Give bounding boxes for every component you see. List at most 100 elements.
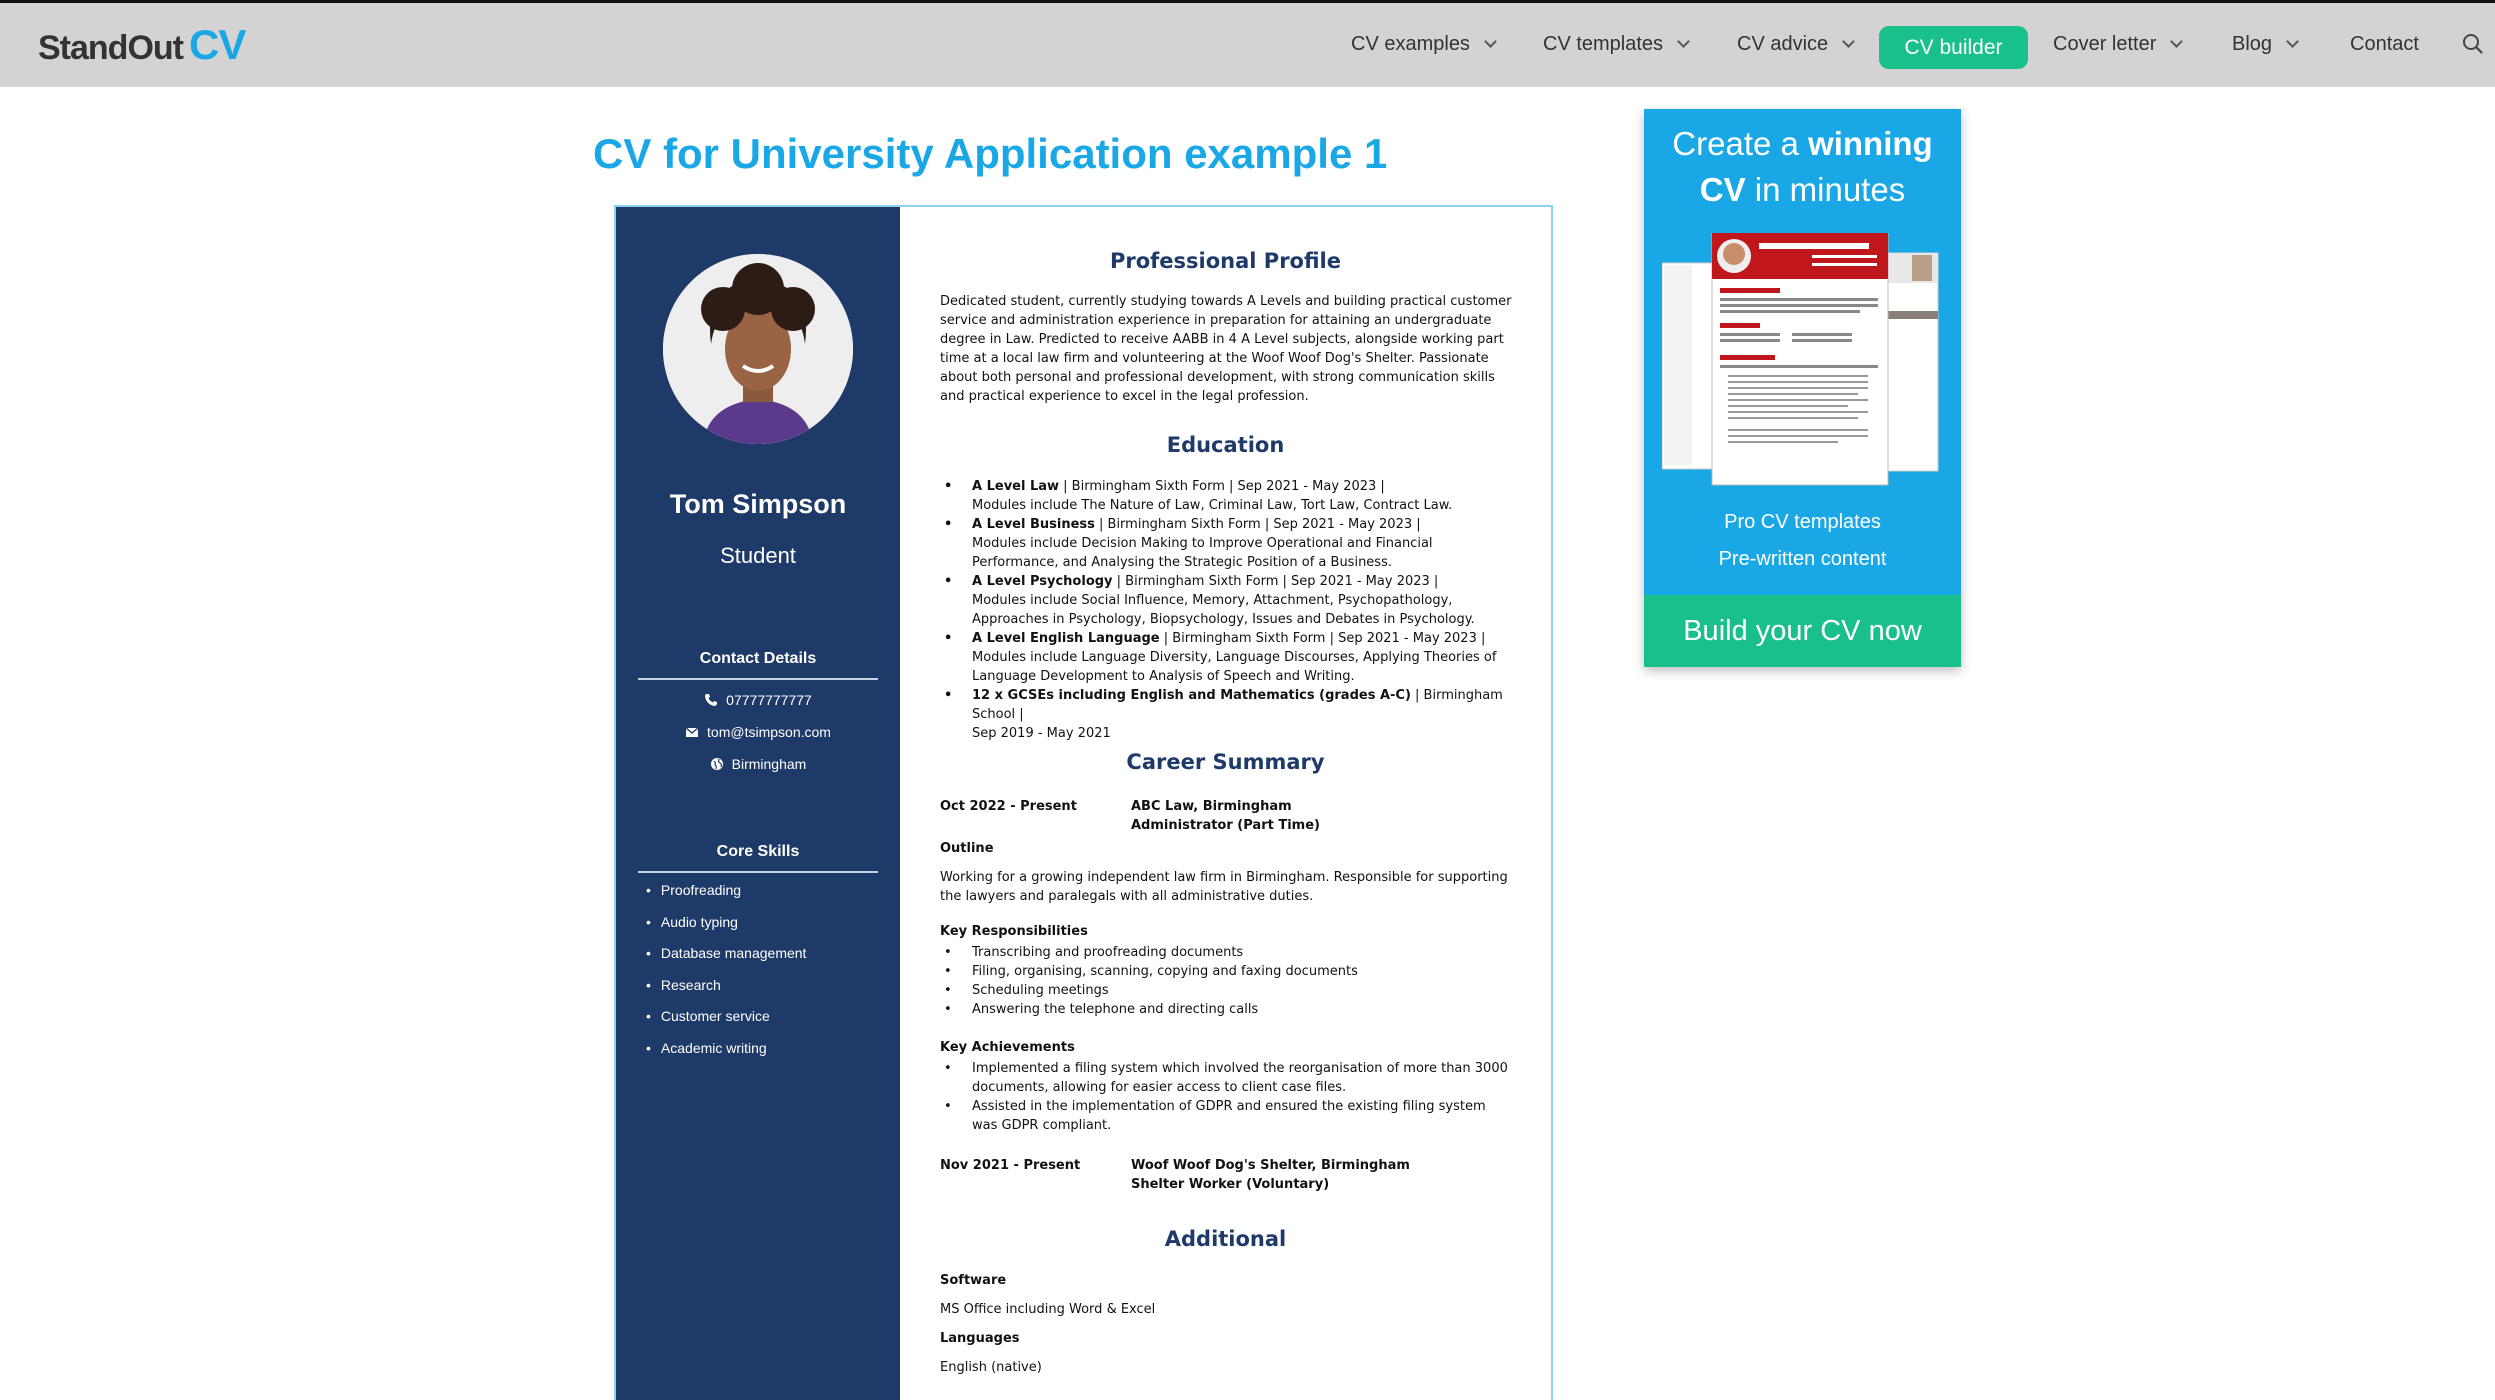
location-text: Birmingham <box>731 756 807 772</box>
cv-role: Student <box>720 543 796 568</box>
cv-templates-preview-image <box>1662 233 1939 486</box>
list-item: Transcribing and proofreading documents <box>940 943 1512 962</box>
languages-label: Languages <box>940 1331 1020 1346</box>
education-list: A Level Law | Birmingham Sixth Form | Se… <box>940 477 1512 743</box>
nav-cv-examples[interactable]: CV examples <box>1351 33 1497 56</box>
list-item: Scheduling meetings <box>940 981 1512 1000</box>
list-item: Assisted in the implementation of GDPR a… <box>940 1097 1512 1135</box>
nav-label: Cover letter <box>2053 33 2157 55</box>
chevron-down-icon <box>1842 35 1856 48</box>
software-label: Software <box>940 1273 1007 1288</box>
list-item: Audio typing <box>646 914 806 946</box>
chevron-down-icon <box>1677 35 1690 48</box>
chevron-down-icon <box>2286 35 2299 48</box>
cv-name: Tom Simpson <box>669 489 847 519</box>
nav-cv-builder-button[interactable]: CV builder <box>1879 26 2028 69</box>
list-item: Research <box>646 977 806 1009</box>
promo-feature: Pro CV templates <box>1724 511 1881 533</box>
education-title: A Level Business <box>972 517 1095 532</box>
promo-title-part: in minutes <box>1745 171 1906 208</box>
list-item: Customer service <box>646 1008 806 1040</box>
profile-heading: Professional Profile <box>1110 249 1341 273</box>
outline-text: Working for a growing independent law fi… <box>940 870 1508 904</box>
career-heading: Career Summary <box>1126 750 1325 774</box>
build-your-cv-button[interactable]: Build your CV now <box>1644 595 1961 667</box>
education-title: 12 x GCSEs including English and Mathema… <box>972 688 1411 703</box>
cv-example-image: Tom Simpson Student Contact Details 0777… <box>614 205 1553 1400</box>
education-item: A Level English Language | Birmingham Si… <box>940 629 1512 686</box>
achievements-label: Key Achievements <box>940 1040 1075 1055</box>
education-detail: Modules include Social Influence, Memory… <box>972 593 1475 627</box>
list-item: Answering the telephone and directing ca… <box>940 1000 1512 1019</box>
education-meta: | Birmingham Sixth Form | Sep 2021 - May… <box>1112 574 1439 589</box>
email-text: tom@tsimpson.com <box>707 724 831 740</box>
outline-label: Outline <box>940 841 994 856</box>
additional-heading: Additional <box>1164 1227 1287 1251</box>
search-icon[interactable] <box>2462 33 2484 55</box>
contact-heading: Contact Details <box>638 650 878 680</box>
envelope-icon <box>685 727 699 737</box>
nav-label: Contact <box>2350 33 2419 55</box>
cv-main-content: Professional Profile Dedicated student, … <box>900 207 1551 1400</box>
phone-icon <box>705 694 718 706</box>
nav-contact[interactable]: Contact <box>2350 33 2419 56</box>
job-dates: Nov 2021 - Present <box>940 1158 1081 1173</box>
promo-title: Create a winning CV in minutes <box>1644 121 1961 213</box>
profile-text: Dedicated student, currently studying to… <box>940 294 1512 404</box>
job-employer: ABC Law, Birmingham <box>1131 799 1292 814</box>
nav-cv-advice[interactable]: CV advice <box>1737 33 1856 56</box>
education-heading: Education <box>1166 433 1285 457</box>
nav-label: Blog <box>2232 33 2273 55</box>
cv-builder-promo[interactable]: Create a winning CV in minutes Pro CV te… <box>1644 109 1961 667</box>
nav-cover-letter[interactable]: Cover letter <box>2053 33 2184 56</box>
education-detail: Sep 2019 - May 2021 <box>972 726 1111 741</box>
job-title: Administrator (Part Time) <box>1131 818 1320 833</box>
main-nav: CV examples CV templates CV advice CV bu… <box>0 3 2495 90</box>
nav-label: CV examples <box>1351 33 1470 55</box>
achievements-list: Implemented a filing system which involv… <box>940 1059 1512 1135</box>
responsibilities-list: Transcribing and proofreading documents … <box>940 943 1512 1019</box>
list-item: Academic writing <box>646 1040 806 1072</box>
job-dates: Oct 2022 - Present <box>940 799 1077 814</box>
education-title: A Level Law <box>972 479 1060 494</box>
promo-title-bold: winning <box>1808 125 1933 162</box>
skills-list: Proofreading Audio typing Database manag… <box>646 882 807 1072</box>
list-item: Filing, organising, scanning, copying an… <box>940 962 1512 981</box>
nav-label: CV advice <box>1737 33 1829 55</box>
chevron-down-icon <box>2170 35 2184 48</box>
promo-title-part: Create a <box>1672 125 1809 162</box>
list-item: Implemented a filing system which involv… <box>940 1059 1512 1097</box>
education-item: A Level Law | Birmingham Sixth Form | Se… <box>940 477 1512 515</box>
education-item: A Level Psychology | Birmingham Sixth Fo… <box>940 572 1512 629</box>
education-detail: Modules include The Nature of Law, Crimi… <box>972 498 1453 513</box>
nav-blog[interactable]: Blog <box>2232 33 2299 56</box>
promo-title-bold: CV <box>1699 171 1746 208</box>
contact-email: tom@tsimpson.com <box>616 724 900 740</box>
top-navigation-bar: StandOut CV CV examples CV templates CV … <box>0 0 2495 87</box>
list-item: Proofreading <box>646 882 806 914</box>
nav-label: CV templates <box>1543 33 1664 55</box>
education-title: A Level Psychology <box>972 574 1113 589</box>
globe-icon <box>710 758 723 770</box>
education-item: 12 x GCSEs including English and Mathema… <box>940 686 1512 743</box>
education-meta: | Birmingham Sixth Form | Sep 2021 - May… <box>1059 479 1385 494</box>
list-item: Database management <box>646 945 807 977</box>
avatar <box>663 254 853 444</box>
chevron-down-icon <box>1484 35 1497 48</box>
education-detail: Modules include Decision Making to Impro… <box>972 536 1433 570</box>
education-meta: | Birmingham Sixth Form | Sep 2021 - May… <box>1094 517 1421 532</box>
languages-text: English (native) <box>940 1360 1042 1375</box>
promo-feature: Pre-written content <box>1718 548 1887 570</box>
skills-heading: Core Skills <box>638 843 878 873</box>
education-item: A Level Business | Birmingham Sixth Form… <box>940 515 1512 572</box>
responsibilities-label: Key Responsibilities <box>940 924 1088 939</box>
job-title: Shelter Worker (Voluntary) <box>1131 1177 1330 1192</box>
contact-phone: 07777777777 <box>616 692 900 708</box>
education-detail: Modules include Language Diversity, Lang… <box>972 650 1497 684</box>
page-title: CV for University Application example 1 <box>593 130 1388 177</box>
phone-text: 07777777777 <box>726 692 812 708</box>
job-employer: Woof Woof Dog's Shelter, Birmingham <box>1131 1158 1410 1173</box>
education-meta: | Birmingham Sixth Form | Sep 2021 - May… <box>1159 631 1486 646</box>
nav-cv-templates[interactable]: CV templates <box>1543 33 1690 56</box>
education-title: A Level English Language <box>972 631 1160 646</box>
